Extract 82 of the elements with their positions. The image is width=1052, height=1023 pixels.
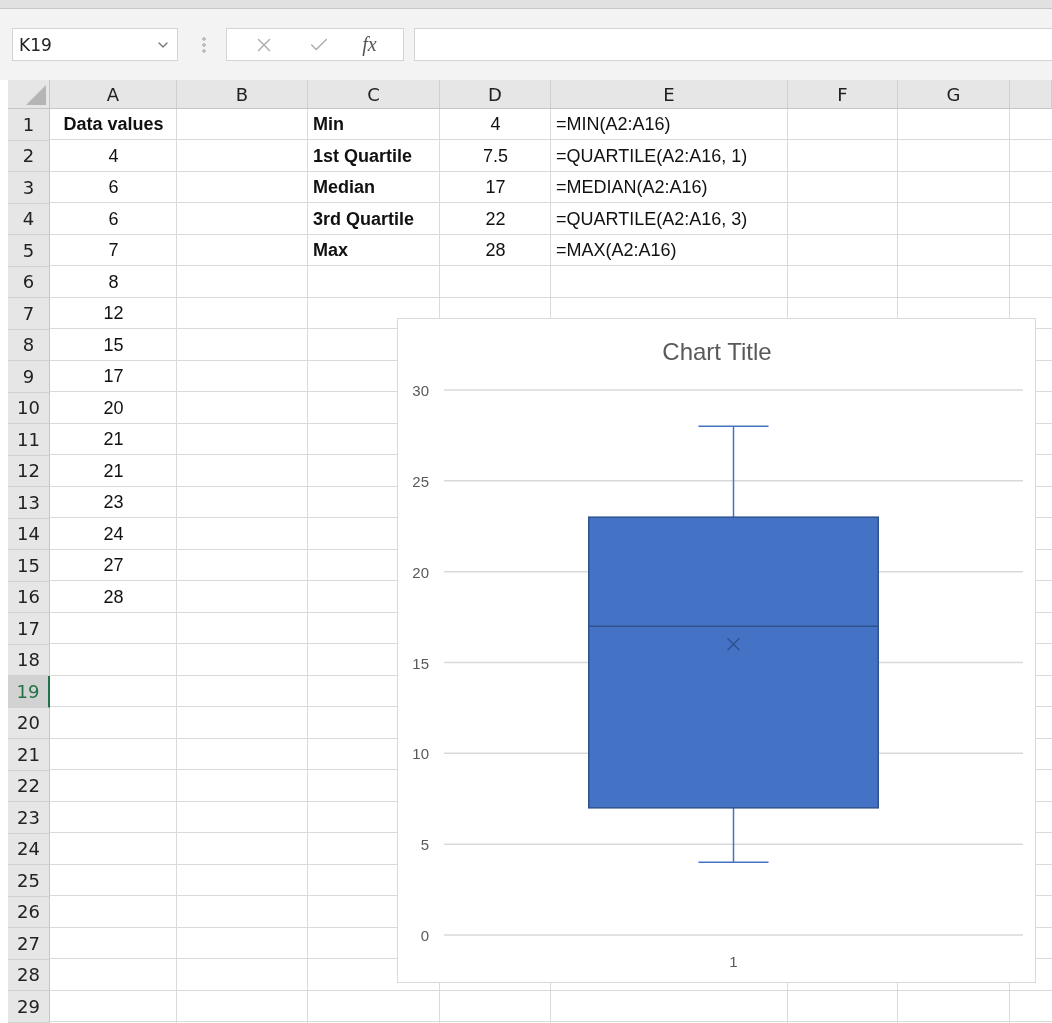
table-cell: Min <box>313 114 344 136</box>
table-cell: 21 <box>103 460 124 482</box>
axis-tick-label: 10 <box>412 745 429 763</box>
table-cell: Data values <box>63 114 164 136</box>
table-cell: 12 <box>103 303 124 325</box>
insert-function-button[interactable]: fx <box>362 33 377 56</box>
column-header[interactable]: B <box>177 80 308 108</box>
table-cell: 6 <box>108 208 119 230</box>
row-header[interactable]: 28 <box>8 959 50 991</box>
axis-tick-label: 5 <box>420 836 429 854</box>
table-cell: 28 <box>103 586 124 608</box>
row-header[interactable]: 1 <box>8 109 50 141</box>
table-cell: 24 <box>103 523 124 545</box>
table-cell: 4 <box>490 114 501 136</box>
row-header[interactable]: 15 <box>8 550 50 582</box>
row-header[interactable]: 22 <box>8 770 50 802</box>
column-header[interactable]: F <box>788 80 898 108</box>
name-box[interactable]: K19 <box>12 28 178 61</box>
row-header[interactable]: 26 <box>8 896 50 928</box>
row-header[interactable]: 11 <box>8 424 50 456</box>
row-header[interactable]: 24 <box>8 833 50 865</box>
row-header[interactable]: 7 <box>8 298 50 330</box>
row-header[interactable]: 6 <box>8 266 50 298</box>
table-cell: =MEDIAN(A2:A16) <box>556 177 708 199</box>
table-cell: 1st Quartile <box>313 145 413 167</box>
table-cell: 3rd Quartile <box>313 208 415 230</box>
table-cell: 21 <box>103 429 124 451</box>
table-cell: 17 <box>485 177 506 199</box>
row-header[interactable]: 12 <box>8 455 50 487</box>
table-cell: 20 <box>103 397 124 419</box>
table-cell: Max <box>313 240 348 262</box>
row-header[interactable]: 25 <box>8 865 50 897</box>
row-header[interactable]: 23 <box>8 802 50 834</box>
axis-category-label: 1 <box>729 953 738 970</box>
axis-tick-label: 20 <box>412 563 429 581</box>
table-cell: =MAX(A2:A16) <box>556 240 677 262</box>
table-cell: 15 <box>103 334 124 356</box>
row-header[interactable]: 16 <box>8 581 50 613</box>
chart-panel[interactable]: Chart Title 0 5 10 15 20 25 30 1 <box>397 318 1036 983</box>
column-header[interactable]: A <box>50 80 177 108</box>
table-cell: 7.5 <box>483 145 508 167</box>
column-header[interactable]: C <box>308 80 440 108</box>
row-header[interactable]: 4 <box>8 203 50 235</box>
row-header[interactable]: 17 <box>8 613 50 645</box>
axis-tick-label: 25 <box>412 472 429 490</box>
formula-input-field[interactable] <box>414 28 1052 61</box>
table-cell: =QUARTILE(A2:A16, 1) <box>556 145 748 167</box>
table-cell: 8 <box>108 271 119 293</box>
table-cell: =MIN(A2:A16) <box>556 114 671 136</box>
row-header[interactable]: 27 <box>8 928 50 960</box>
corner-triangle-icon <box>26 85 46 105</box>
row-header[interactable]: 9 <box>8 361 50 393</box>
table-cell: 22 <box>485 208 506 230</box>
column-header[interactable]: G <box>898 80 1010 108</box>
table-cell: Median <box>313 177 375 199</box>
row-header[interactable]: 10 <box>8 392 50 424</box>
table-cell: 23 <box>103 492 124 514</box>
table-cell: 17 <box>103 366 124 388</box>
table-cell: 27 <box>103 555 124 577</box>
drag-handle-icon[interactable] <box>202 35 206 54</box>
table-cell: 6 <box>108 177 119 199</box>
row-header[interactable]: 2 <box>8 140 50 172</box>
row-header[interactable]: 29 <box>8 991 50 1023</box>
table-cell: 4 <box>108 145 119 167</box>
table-cell: 28 <box>485 240 506 262</box>
row-header[interactable]: 14 <box>8 518 50 550</box>
row-header[interactable]: 20 <box>8 707 50 739</box>
row-header[interactable]: 18 <box>8 644 50 676</box>
row-header[interactable]: 19 <box>8 676 50 708</box>
row-header[interactable]: 5 <box>8 235 50 267</box>
table-cell: =QUARTILE(A2:A16, 3) <box>556 208 748 230</box>
chart-title: Chart Title <box>662 338 772 365</box>
table-cell: 7 <box>108 240 119 262</box>
axis-tick-label: 0 <box>420 927 429 944</box>
column-header[interactable]: E <box>551 80 788 108</box>
axis-tick-label: 30 <box>412 382 429 399</box>
row-header[interactable]: 21 <box>8 739 50 771</box>
row-header[interactable]: 8 <box>8 329 50 361</box>
row-header[interactable]: 3 <box>8 172 50 204</box>
row-header[interactable]: 13 <box>8 487 50 519</box>
column-header[interactable]: D <box>440 80 551 108</box>
axis-tick-label: 15 <box>412 654 429 672</box>
